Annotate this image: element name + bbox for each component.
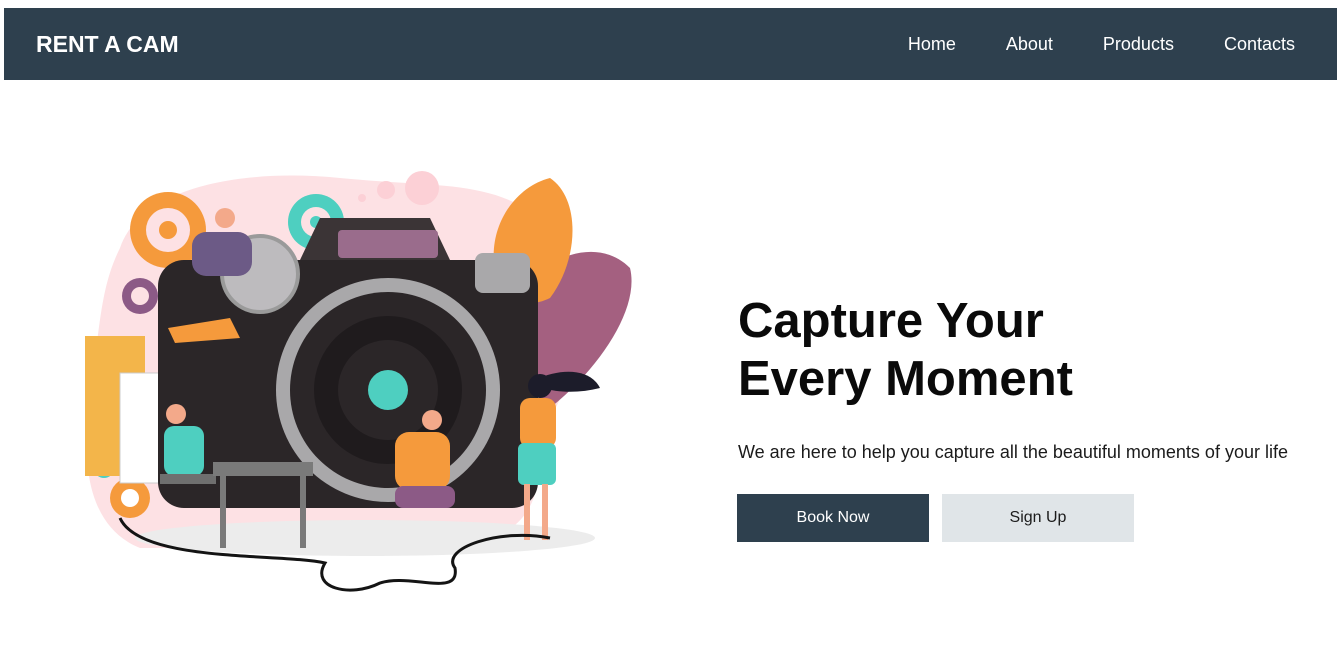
book-now-button[interactable]: Book Now — [737, 494, 929, 542]
hero-title: Capture Your Every Moment — [738, 292, 1318, 408]
camera-illustration — [85, 171, 632, 592]
nav-contacts-link[interactable]: Contacts — [1224, 34, 1295, 55]
sign-up-button[interactable]: Sign Up — [942, 494, 1134, 542]
hero-title-line-1: Capture Your — [738, 294, 1044, 348]
nav-about-link[interactable]: About — [1006, 34, 1053, 55]
hero-section: Capture Your Every Moment We are here to… — [738, 292, 1318, 463]
hero-subtitle: We are here to help you capture all the … — [738, 442, 1288, 462]
nav-links: Home About Products Contacts — [858, 34, 1295, 55]
hero-illustration — [80, 168, 645, 598]
nav-home-link[interactable]: Home — [908, 34, 956, 55]
navbar: RENT A CAM Home About Products Contacts — [4, 8, 1337, 80]
nav-products-link[interactable]: Products — [1103, 34, 1174, 55]
gear-icon — [122, 278, 158, 314]
hero-buttons: Book Now Sign Up — [737, 494, 1134, 542]
brand-logo[interactable]: RENT A CAM — [36, 31, 179, 58]
hero-title-line-2: Every Moment — [738, 352, 1073, 406]
